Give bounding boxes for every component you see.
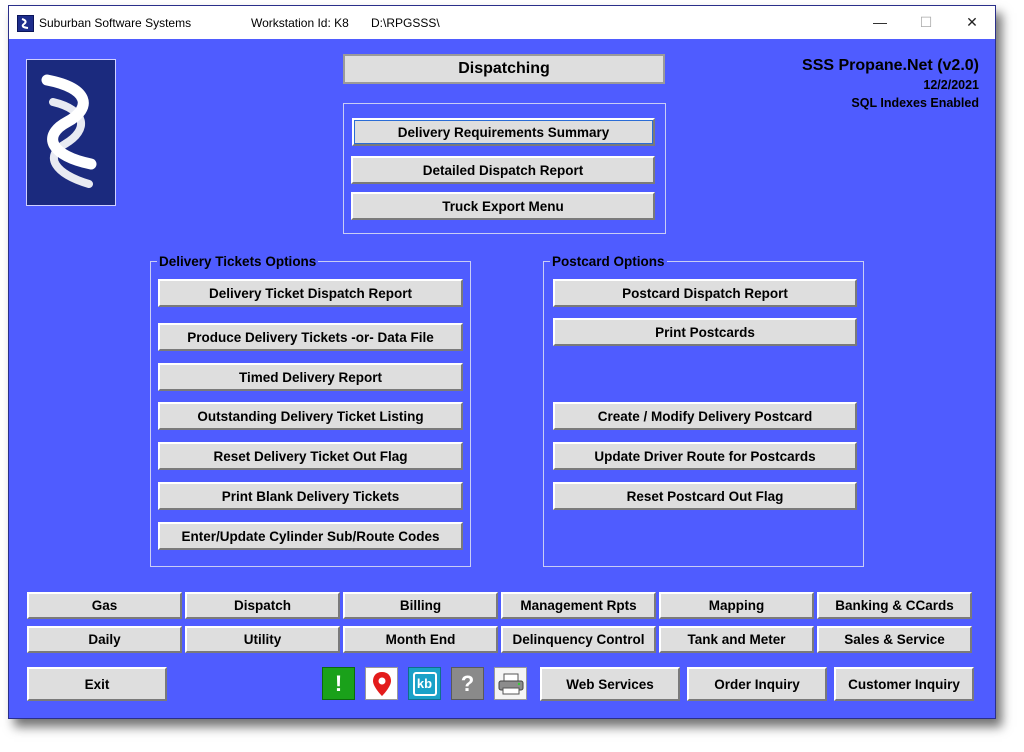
print-blank-delivery-tickets-button[interactable]: Print Blank Delivery Tickets: [158, 482, 463, 510]
customer-inquiry-button[interactable]: Customer Inquiry: [834, 667, 974, 701]
outstanding-delivery-ticket-listing-button[interactable]: Outstanding Delivery Ticket Listing: [158, 402, 463, 430]
alert-icon[interactable]: !: [322, 667, 355, 700]
minimize-button[interactable]: —: [857, 6, 903, 39]
kb-icon[interactable]: kb: [408, 667, 441, 700]
nav-daily-button[interactable]: Daily: [27, 626, 182, 653]
company-logo: [26, 59, 116, 206]
exit-button[interactable]: Exit: [27, 667, 167, 701]
nav-delinquency-control-button[interactable]: Delinquency Control: [501, 626, 656, 653]
nav-banking-ccards-button[interactable]: Banking & CCards: [817, 592, 972, 619]
close-button[interactable]: ✕: [949, 6, 995, 39]
truck-export-menu-button[interactable]: Truck Export Menu: [351, 192, 655, 220]
timed-delivery-report-button[interactable]: Timed Delivery Report: [158, 363, 463, 391]
data-path: D:\RPGSSS\: [371, 16, 440, 30]
produce-delivery-tickets-button[interactable]: Produce Delivery Tickets -or- Data File: [158, 323, 463, 351]
nav-gas-button[interactable]: Gas: [27, 592, 182, 619]
update-driver-route-button[interactable]: Update Driver Route for Postcards: [553, 442, 857, 470]
detailed-dispatch-report-button[interactable]: Detailed Dispatch Report: [351, 156, 655, 184]
delivery-tickets-group: Delivery Tickets Options Delivery Ticket…: [150, 254, 471, 567]
nav-management-rpts-button[interactable]: Management Rpts: [501, 592, 656, 619]
nav-utility-button[interactable]: Utility: [185, 626, 340, 653]
workstation-id: Workstation Id: K8: [251, 16, 349, 30]
reset-postcard-out-flag-button[interactable]: Reset Postcard Out Flag: [553, 482, 857, 510]
app-logo-icon: [17, 15, 34, 32]
app-title: Suburban Software Systems: [39, 16, 192, 30]
sql-status: SQL Indexes Enabled: [851, 96, 979, 110]
kb-icon-label: kb: [412, 671, 437, 696]
nav-sales-service-button[interactable]: Sales & Service: [817, 626, 972, 653]
nav-mapping-button[interactable]: Mapping: [659, 592, 814, 619]
printer-icon[interactable]: [494, 667, 527, 700]
enter-update-cylinder-codes-button[interactable]: Enter/Update Cylinder Sub/Route Codes: [158, 522, 463, 550]
web-services-button[interactable]: Web Services: [540, 667, 680, 701]
delivery-ticket-dispatch-report-button[interactable]: Delivery Ticket Dispatch Report: [158, 279, 463, 307]
reset-delivery-ticket-out-flag-button[interactable]: Reset Delivery Ticket Out Flag: [158, 442, 463, 470]
help-icon[interactable]: ?: [451, 667, 484, 700]
nav-billing-button[interactable]: Billing: [343, 592, 498, 619]
nav-dispatch-button[interactable]: Dispatch: [185, 592, 340, 619]
print-postcards-button[interactable]: Print Postcards: [553, 318, 857, 346]
current-date: 12/2/2021: [923, 78, 979, 92]
title-bar: Suburban Software Systems Workstation Id…: [9, 6, 995, 39]
postcard-dispatch-report-button[interactable]: Postcard Dispatch Report: [553, 279, 857, 307]
order-inquiry-button[interactable]: Order Inquiry: [687, 667, 827, 701]
product-version: SSS Propane.Net (v2.0): [802, 57, 979, 74]
nav-tank-meter-button[interactable]: Tank and Meter: [659, 626, 814, 653]
nav-month-end-button[interactable]: Month End: [343, 626, 498, 653]
map-pin-icon[interactable]: [365, 667, 398, 700]
screen-title: Dispatching: [343, 54, 665, 84]
delivery-requirements-summary-button[interactable]: Delivery Requirements Summary: [352, 118, 655, 146]
delivery-tickets-legend: Delivery Tickets Options: [157, 254, 319, 270]
postcard-options-legend: Postcard Options: [550, 254, 667, 270]
postcard-options-group: Postcard Options Postcard Dispatch Repor…: [543, 254, 864, 567]
main-window: Suburban Software Systems Workstation Id…: [8, 5, 996, 719]
maximize-button[interactable]: ☐: [903, 6, 949, 39]
report-button-group: Delivery Requirements Summary Detailed D…: [343, 103, 666, 234]
create-modify-postcard-button[interactable]: Create / Modify Delivery Postcard: [553, 402, 857, 430]
alert-icon-label: !: [334, 670, 343, 696]
help-icon-label: ?: [460, 670, 475, 696]
